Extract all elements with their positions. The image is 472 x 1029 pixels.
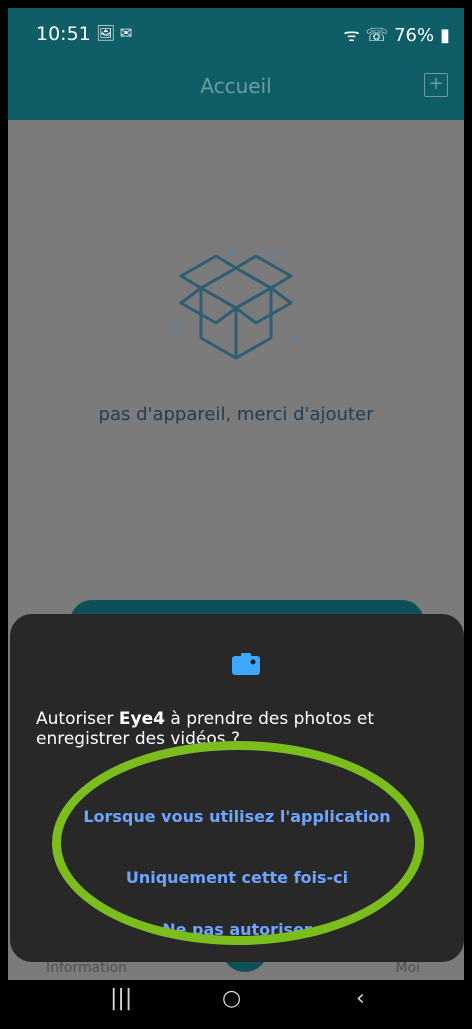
recent-apps-button[interactable]: ||| — [110, 986, 132, 1011]
phone-screen: 10:51 🖼 ✉ ᯤ ☏ 76% ▮ Accueil + pas d'appa… — [8, 8, 464, 1021]
status-signal-icons: ᯤ ☏ — [343, 25, 389, 46]
status-time: 10:51 — [36, 23, 91, 45]
page-title: Accueil — [200, 74, 272, 98]
dialog-title-prefix: Autoriser — [36, 709, 119, 729]
status-notification-icons: 🖼 ✉ — [96, 24, 133, 42]
app-bar: Accueil + — [8, 58, 464, 120]
allow-while-using-button[interactable]: Lorsque vous utilisez l'application — [10, 807, 464, 826]
home-button[interactable]: ○ — [222, 986, 241, 1011]
deny-button[interactable]: Ne pas autoriser — [10, 920, 464, 939]
status-bar: 10:51 🖼 ✉ ᯤ ☏ 76% ▮ — [8, 8, 464, 58]
highlight-ellipse — [52, 741, 424, 945]
empty-box-icon — [172, 242, 298, 360]
add-device-button[interactable]: + — [424, 73, 448, 97]
permission-dialog: Autoriser Eye4 à prendre des photos et e… — [10, 614, 464, 962]
allow-once-button[interactable]: Uniquement cette fois-ci — [10, 868, 464, 887]
dialog-app-name: Eye4 — [118, 709, 165, 729]
battery-icon: ▮ — [440, 24, 450, 46]
tab-moi[interactable]: Moi — [395, 960, 420, 976]
system-navigation-bar: ||| ○ ‹ — [8, 980, 464, 1021]
dialog-title: Autoriser Eye4 à prendre des photos et e… — [36, 709, 446, 749]
empty-state-message: pas d'appareil, merci d'ajouter — [98, 404, 374, 425]
status-right-group: ᯤ ☏ 76% ▮ — [343, 23, 450, 47]
tab-information[interactable]: Information — [46, 960, 127, 976]
back-button[interactable]: ‹ — [356, 986, 365, 1011]
empty-state — [8, 228, 464, 382]
camera-icon — [232, 653, 260, 675]
battery-percentage: 76% — [394, 24, 435, 46]
